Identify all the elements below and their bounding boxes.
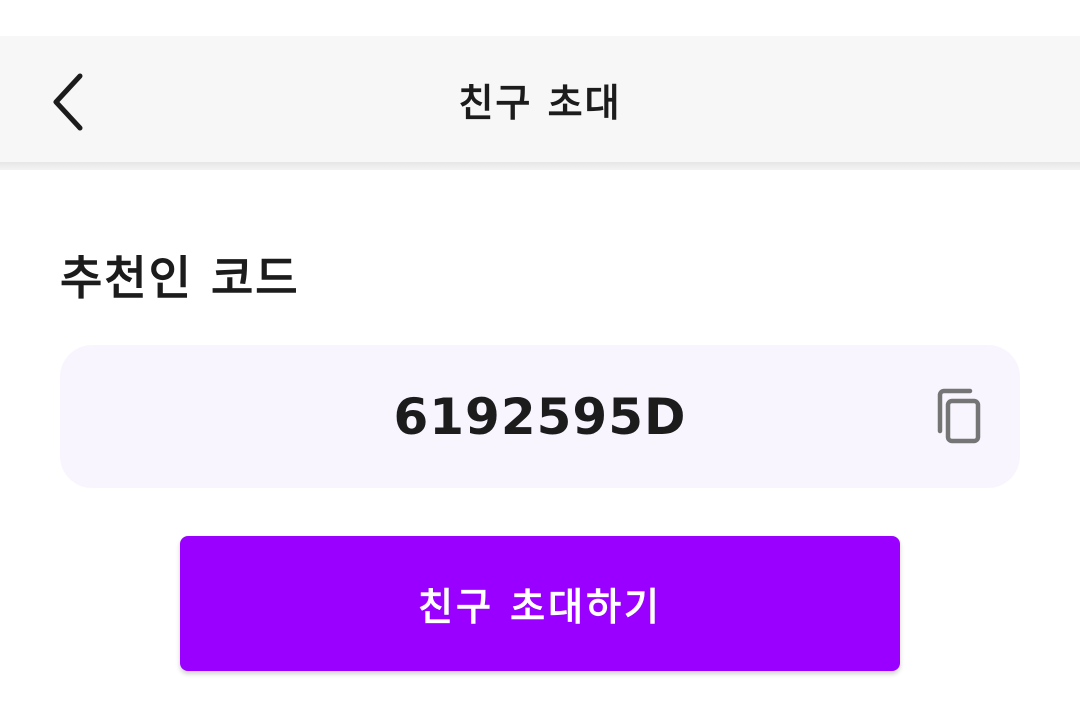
referral-code-box: 6192595D: [60, 345, 1020, 488]
copy-code-button[interactable]: [926, 385, 990, 449]
referral-code-value: 6192595D: [393, 387, 687, 446]
app-bar-divider: [0, 162, 1080, 170]
invite-friend-button[interactable]: 친구 초대하기: [180, 536, 900, 671]
main-content: 추천인 코드 6192595D 친구 초대하기: [0, 170, 1080, 723]
back-button[interactable]: [36, 66, 100, 138]
copy-icon: [937, 388, 981, 444]
status-bar: [0, 0, 1080, 36]
app-bar: [0, 36, 1080, 162]
chevron-left-icon: [53, 73, 83, 131]
referral-code-label: 추천인 코드: [60, 251, 300, 305]
